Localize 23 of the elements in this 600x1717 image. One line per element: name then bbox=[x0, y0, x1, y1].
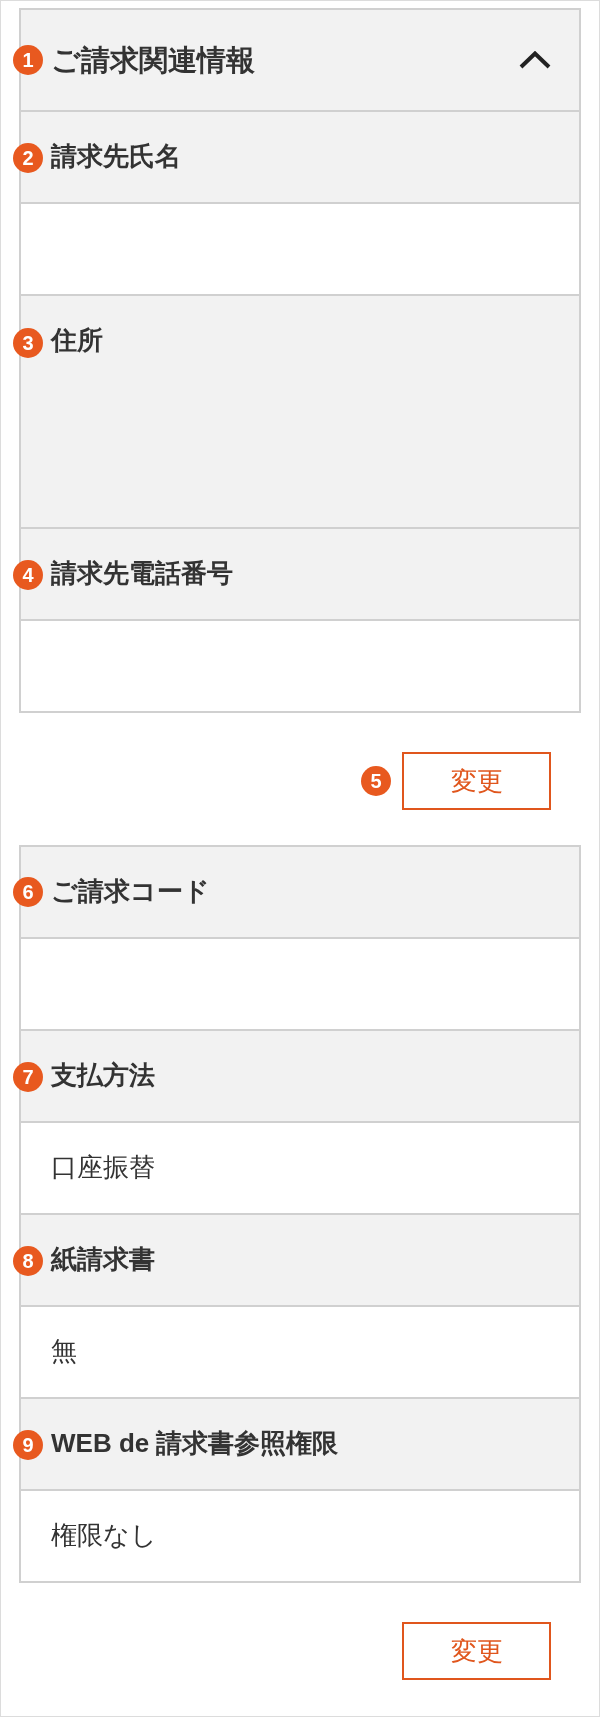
field-label: ご請求コード bbox=[51, 876, 210, 908]
field-value: 無 bbox=[51, 1336, 77, 1368]
number-badge: 2 bbox=[13, 143, 43, 173]
number-badge: 3 bbox=[13, 328, 43, 358]
field-label: 紙請求書 bbox=[51, 1244, 155, 1276]
chevron-up-icon[interactable] bbox=[519, 51, 551, 69]
number-badge: 7 bbox=[13, 1062, 43, 1092]
number-badge: 1 bbox=[13, 45, 43, 75]
section-title: ご請求関連情報 bbox=[51, 42, 256, 78]
change-button[interactable]: 変更 bbox=[402, 1622, 551, 1680]
field-label: 請求先氏名 bbox=[51, 141, 181, 173]
field-label: 請求先電話番号 bbox=[51, 558, 233, 590]
number-badge: 9 bbox=[13, 1430, 43, 1460]
number-badge: 5 bbox=[361, 766, 391, 796]
number-badge: 4 bbox=[13, 560, 43, 590]
field-label: 支払方法 bbox=[51, 1060, 155, 1092]
field-value: 口座振替 bbox=[51, 1152, 155, 1184]
field-label: 住所 bbox=[51, 325, 103, 357]
change-button[interactable]: 変更 bbox=[402, 752, 551, 810]
number-badge: 8 bbox=[13, 1246, 43, 1276]
field-value: 権限なし bbox=[51, 1520, 157, 1552]
field-label: WEB de 請求書参照権限 bbox=[51, 1428, 339, 1460]
number-badge: 6 bbox=[13, 877, 43, 907]
